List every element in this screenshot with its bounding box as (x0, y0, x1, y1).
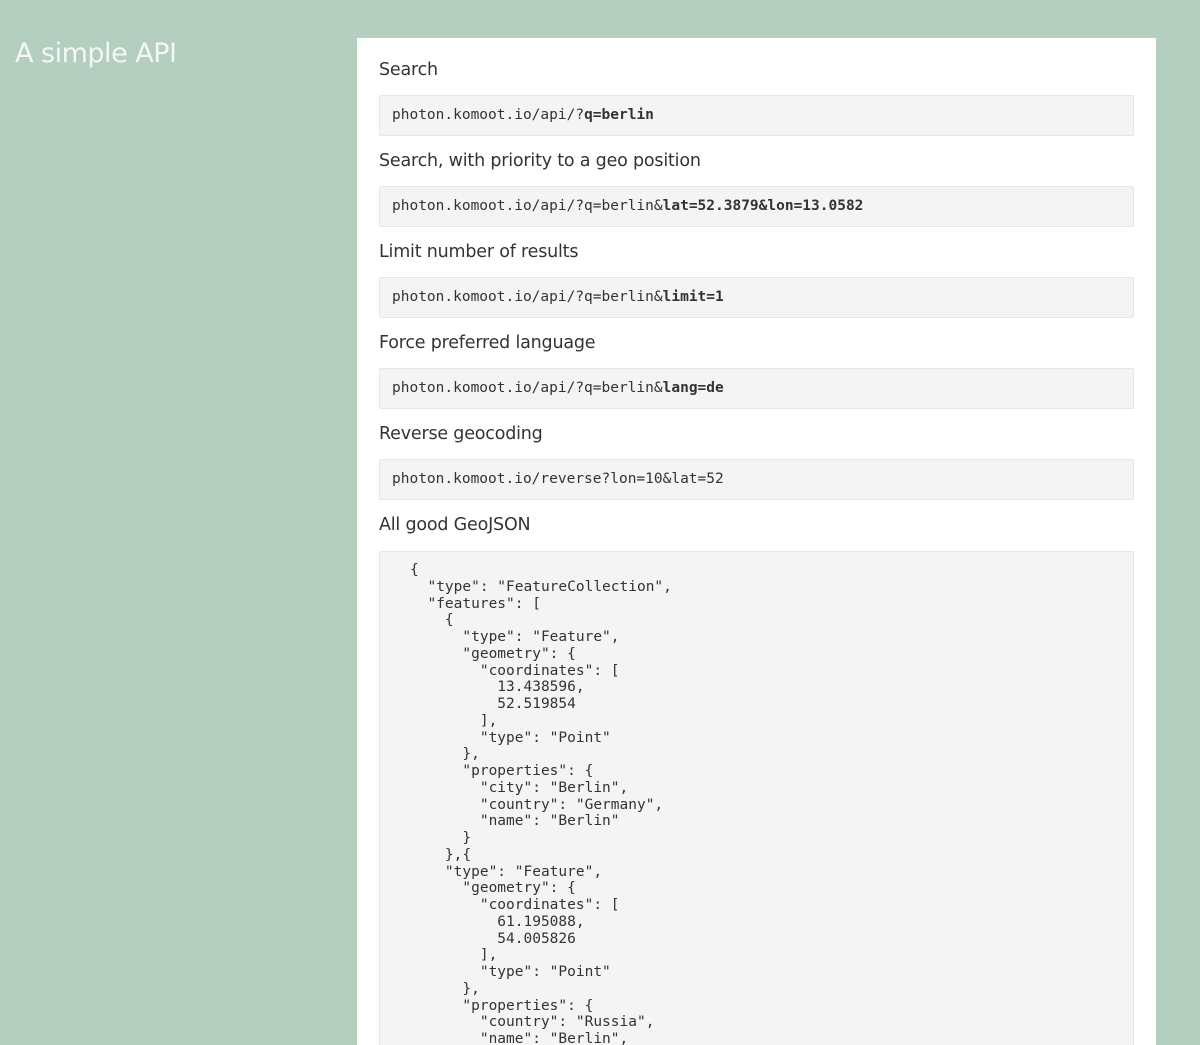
api-examples-panel: Search photon.komoot.io/api/?q=berlin Se… (357, 38, 1156, 1045)
language-url-base: photon.komoot.io/api/?q=berlin& (392, 380, 663, 396)
reverse-geocoding-heading: Reverse geocoding (379, 424, 543, 444)
limit-results-url-param: limit=1 (662, 289, 724, 305)
search-url-base: photon.komoot.io/api/? (392, 107, 585, 123)
limit-results-heading: Limit number of results (379, 242, 579, 262)
limit-results-url-base: photon.komoot.io/api/?q=berlin& (392, 289, 663, 305)
geo-priority-url-example[interactable]: photon.komoot.io/api/?q=berlin&lat=52.38… (379, 186, 1134, 227)
search-url-param: q=berlin (584, 107, 654, 123)
limit-results-url-example[interactable]: photon.komoot.io/api/?q=berlin&limit=1 (379, 277, 1134, 318)
language-url-example[interactable]: photon.komoot.io/api/?q=berlin&lang=de (379, 368, 1134, 409)
reverse-geocoding-url-base: photon.komoot.io/reverse?lon=10&lat=52 (392, 471, 724, 487)
geojson-heading: All good GeoJSON (379, 515, 531, 535)
geojson-code-block[interactable]: { "type": "FeatureCollection", "features… (379, 551, 1134, 1045)
geo-priority-heading: Search, with priority to a geo position (379, 151, 701, 171)
language-url-param: lang=de (662, 380, 724, 396)
search-heading: Search (379, 60, 438, 80)
search-url-example[interactable]: photon.komoot.io/api/?q=berlin (379, 95, 1134, 136)
language-heading: Force preferred language (379, 333, 596, 353)
geo-priority-url-param: lat=52.3879&lon=13.0582 (662, 198, 864, 214)
reverse-geocoding-url-example[interactable]: photon.komoot.io/reverse?lon=10&lat=52 (379, 459, 1134, 500)
page-title: A simple API (15, 38, 177, 69)
geo-priority-url-base: photon.komoot.io/api/?q=berlin& (392, 198, 663, 214)
